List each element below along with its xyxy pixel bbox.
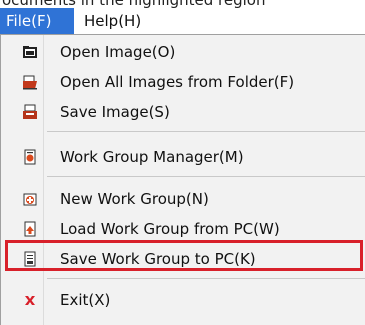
menu-item-new-work-group[interactable]: New Work Group(N) — [2, 184, 364, 214]
menu-item-label: Load Work Group from PC(W) — [60, 220, 280, 238]
save-image-icon — [22, 104, 38, 120]
open-folder-icon — [22, 74, 38, 90]
menu-separator — [47, 131, 365, 132]
file-menu[interactable]: File(F) — [0, 8, 74, 34]
menu-item-label: Exit(X) — [60, 291, 111, 309]
menu-item-save-image[interactable]: Save Image(S) — [2, 97, 364, 127]
load-work-group-icon — [22, 221, 38, 237]
help-menu-label: Help(H) — [84, 12, 142, 30]
menu-item-label: Work Group Manager(M) — [60, 148, 244, 166]
exit-icon — [22, 292, 38, 308]
new-work-group-icon — [22, 191, 38, 207]
open-image-icon — [22, 44, 38, 60]
menu-item-open-folder[interactable]: Open All Images from Folder(F) — [2, 67, 364, 97]
menu-item-label: New Work Group(N) — [60, 190, 209, 208]
menu-item-work-group-manager[interactable]: Work Group Manager(M) — [2, 142, 364, 172]
menu-item-label: Save Image(S) — [60, 103, 170, 121]
help-menu[interactable]: Help(H) — [84, 8, 141, 34]
work-group-manager-icon — [22, 149, 38, 165]
menu-item-label: Open All Images from Folder(F) — [60, 73, 295, 91]
menu-bar: File(F) Help(H) — [0, 8, 365, 34]
menu-item-open-image[interactable]: Open Image(O) — [2, 37, 364, 67]
menu-separator — [47, 176, 365, 177]
file-dropdown: Open Image(O) Open All Images from Folde… — [0, 34, 365, 325]
file-menu-label: File(F) — [6, 12, 52, 30]
clipped-top-text: ocuments in the highlighted region — [0, 0, 365, 8]
menu-item-label: Open Image(O) — [60, 43, 176, 61]
highlight-box — [5, 240, 363, 271]
menu-separator — [47, 278, 365, 279]
